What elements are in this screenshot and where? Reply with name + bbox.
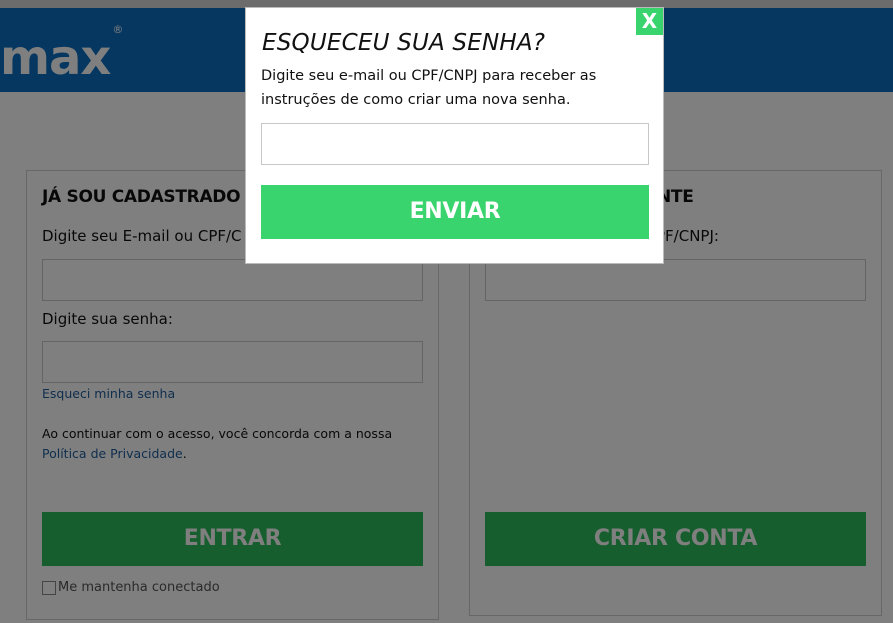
forgot-password-modal: X ESQUECEU SUA SENHA? Digite seu e-mail … xyxy=(245,7,664,264)
modal-title: ESQUECEU SUA SENHA? xyxy=(262,30,546,56)
recovery-email-input[interactable] xyxy=(261,123,649,165)
close-button[interactable]: X xyxy=(636,8,663,35)
modal-description: Digite seu e-mail ou CPF/CNPJ para receb… xyxy=(261,64,641,112)
modal-description-line2: instruções de como criar uma nova senha. xyxy=(261,92,571,108)
modal-description-line1: Digite seu e-mail ou CPF/CNPJ para receb… xyxy=(261,68,597,84)
send-button[interactable]: ENVIAR xyxy=(261,185,649,239)
